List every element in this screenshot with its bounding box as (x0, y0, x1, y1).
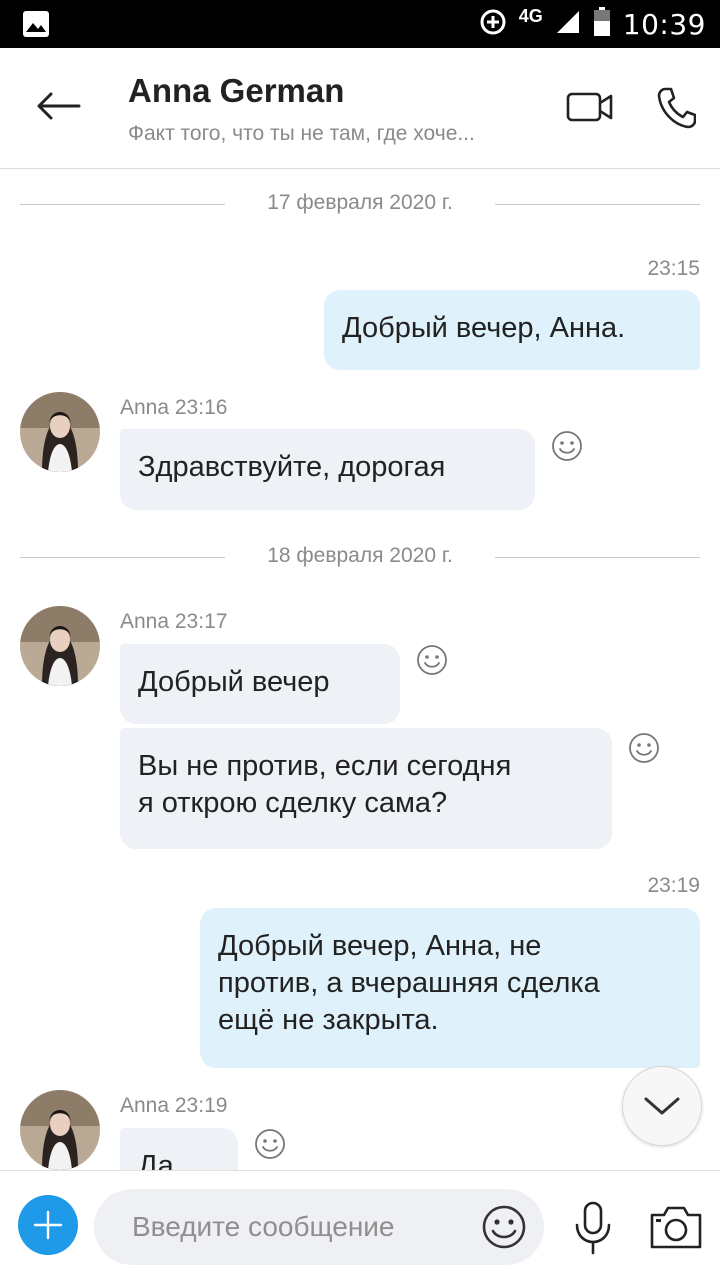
back-button[interactable] (28, 76, 88, 136)
message-text-line: Вы не против, если сегодня (138, 750, 512, 782)
message-time: 23:15 (647, 257, 700, 280)
sender-meta: Anna 23:16 (120, 396, 228, 419)
message-composer (0, 1170, 720, 1280)
avatar[interactable] (20, 392, 100, 472)
microphone-icon[interactable] (570, 1201, 616, 1255)
smiley-icon[interactable] (416, 644, 448, 676)
chevron-down-icon (644, 1097, 680, 1115)
video-call-button[interactable] (560, 82, 620, 132)
incoming-message[interactable]: Добрый вечер (120, 644, 400, 724)
smiley-icon[interactable] (254, 1128, 286, 1160)
outgoing-message[interactable]: Добрый вечер, Анна, не против, а вчерашн… (200, 908, 700, 1068)
signal-icon (555, 9, 581, 40)
message-time: 23:19 (647, 874, 700, 897)
chat-header: Anna German Факт того, что ты не там, гд… (0, 48, 720, 169)
plus-icon (33, 1210, 63, 1240)
chat-screen: 4G 10:39 Anna German Факт того, что ты н… (0, 0, 720, 1280)
date-label: 17 февраля 2020 г. (249, 191, 471, 214)
date-separator: 17 февраля 2020 г. (20, 189, 700, 219)
phone-icon (657, 87, 696, 129)
sender-meta: Anna 23:19 (120, 1094, 228, 1117)
message-text: Здравствуйте, дорогая (138, 451, 446, 483)
message-text-line: против, а вчерашняя сделка (218, 967, 600, 999)
sender-meta: Anna 23:17 (120, 610, 228, 633)
message-text-line: Добрый вечер, Анна, не (218, 930, 542, 962)
contact-name[interactable]: Anna German (128, 72, 344, 110)
message-text: Да (138, 1150, 174, 1170)
voice-call-button[interactable] (648, 80, 704, 136)
scroll-to-bottom-button[interactable] (622, 1066, 702, 1146)
incoming-message[interactable]: Вы не против, если сегодня я открою сдел… (120, 728, 612, 849)
avatar[interactable] (20, 1090, 100, 1170)
incoming-message[interactable]: Здравствуйте, дорогая (120, 429, 535, 510)
gallery-notification-icon (22, 10, 50, 43)
smiley-icon[interactable] (480, 1203, 528, 1251)
smiley-icon[interactable] (551, 430, 583, 462)
clock: 10:39 (622, 7, 706, 41)
smiley-icon[interactable] (628, 732, 660, 764)
message-text: Добрый вечер (138, 666, 330, 698)
outgoing-message[interactable]: Добрый вечер, Анна. (324, 290, 700, 370)
arrow-left-icon (37, 92, 81, 120)
message-input-container[interactable] (94, 1189, 544, 1265)
avatar[interactable] (20, 606, 100, 686)
contact-status: Факт того, что ты не там, где хоче... (128, 122, 475, 145)
message-text-line: ещё не закрыта. (218, 1004, 439, 1036)
data-saver-icon (479, 8, 507, 41)
date-label: 18 февраля 2020 г. (249, 544, 471, 567)
date-separator: 18 февраля 2020 г. (20, 542, 700, 572)
message-text-line: я открою сделку сама? (138, 787, 448, 819)
message-list[interactable]: 17 февраля 2020 г. 23:15 Добрый вечер, А… (0, 170, 720, 1170)
camera-icon[interactable] (648, 1203, 704, 1251)
status-bar: 4G 10:39 (0, 0, 720, 48)
message-text: Добрый вечер, Анна. (342, 312, 626, 344)
incoming-message[interactable]: Да (120, 1128, 238, 1170)
message-input[interactable] (132, 1207, 462, 1247)
video-camera-icon (566, 92, 613, 122)
battery-icon (593, 6, 611, 42)
network-type: 4G (518, 5, 543, 26)
add-button[interactable] (18, 1195, 78, 1255)
